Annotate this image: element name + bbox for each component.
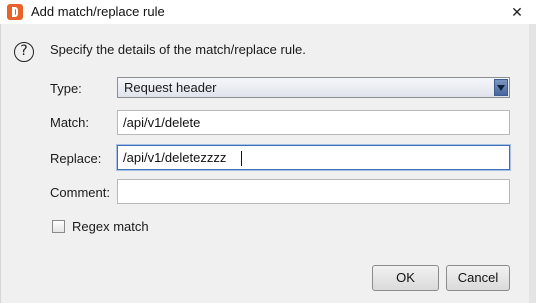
help-icon: ? xyxy=(14,42,34,62)
replace-input[interactable] xyxy=(117,145,510,170)
window-title: Add match/replace rule xyxy=(31,4,165,19)
text-caret xyxy=(241,151,242,166)
app-logo-icon xyxy=(7,4,23,20)
close-button[interactable]: ✕ xyxy=(498,0,536,24)
type-select[interactable]: Request header xyxy=(117,77,510,98)
cancel-button[interactable]: Cancel xyxy=(446,265,510,291)
match-input[interactable] xyxy=(117,110,510,135)
regex-match-checkbox[interactable] xyxy=(52,220,65,233)
chevron-down-icon[interactable] xyxy=(494,79,508,96)
replace-label: Replace: xyxy=(50,151,102,166)
regex-match-label[interactable]: Regex match xyxy=(72,219,149,234)
type-label: Type: xyxy=(50,81,82,96)
dialog-description: Specify the details of the match/replace… xyxy=(50,42,306,57)
ok-button[interactable]: OK xyxy=(372,265,439,291)
match-label: Match: xyxy=(50,115,90,130)
title-bar: Add match/replace rule ✕ xyxy=(0,0,536,24)
comment-input[interactable] xyxy=(117,179,510,204)
type-select-value: Request header xyxy=(124,80,217,95)
comment-label: Comment: xyxy=(50,185,110,200)
